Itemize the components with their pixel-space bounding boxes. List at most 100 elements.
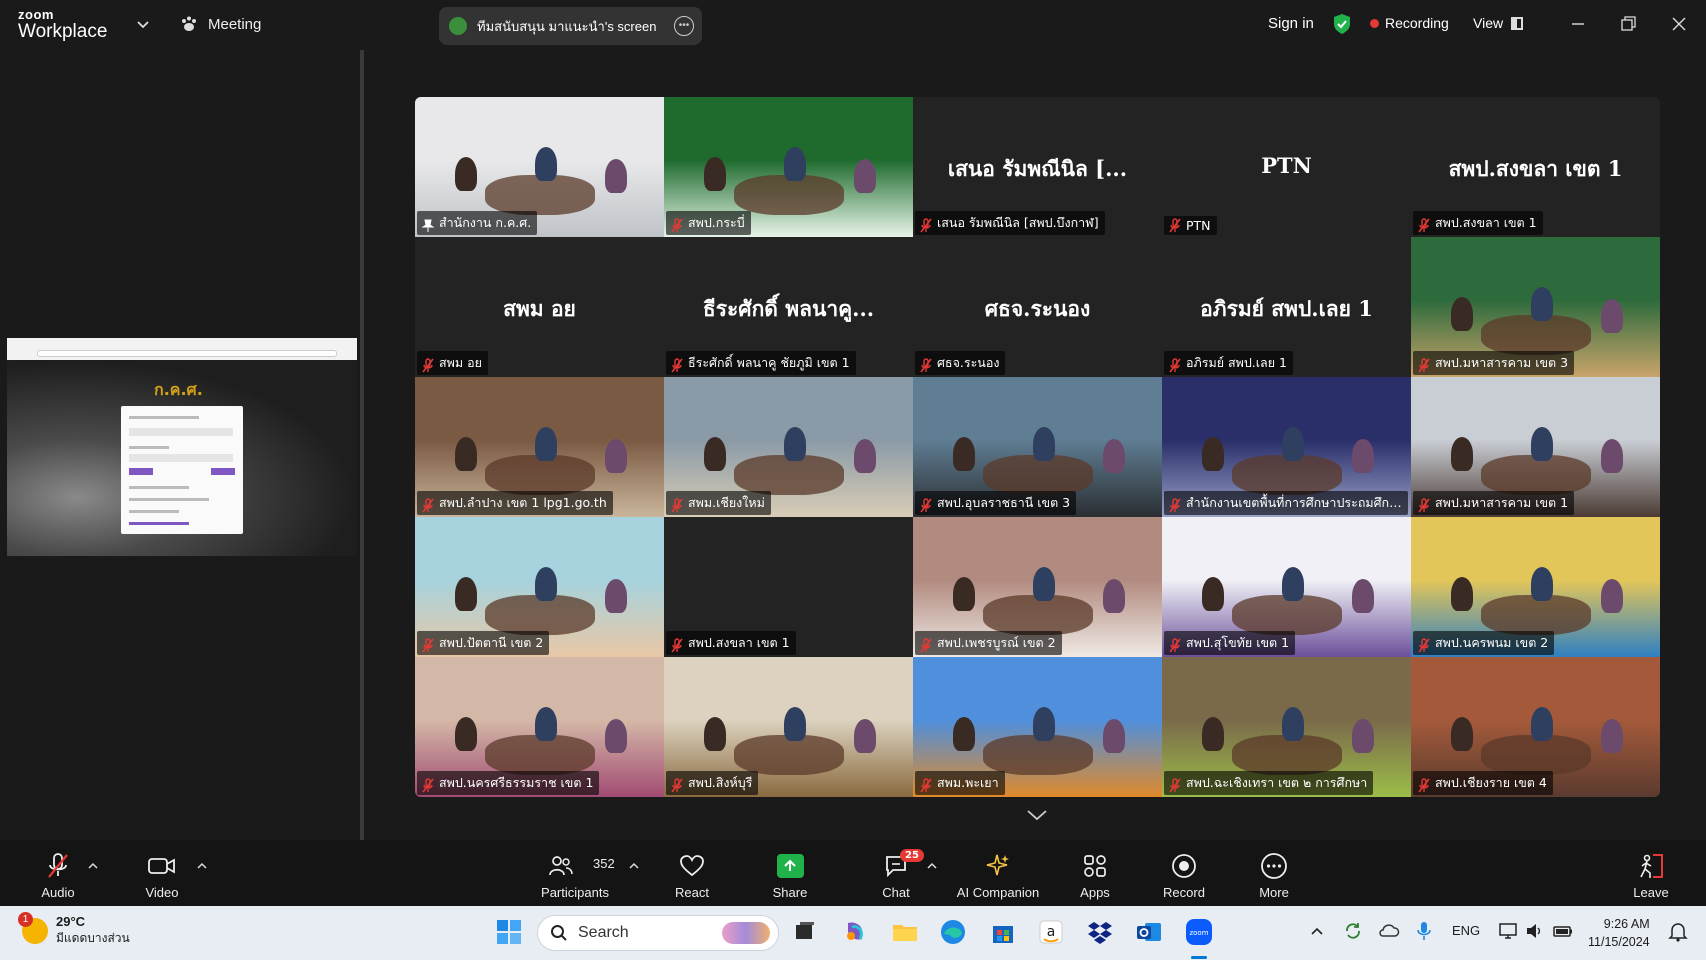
more-button[interactable]: More [1254,840,1294,906]
participant-tile[interactable]: สพม อย สพม อย [415,237,664,377]
meeting-table [485,455,595,495]
participant-person [535,427,557,461]
more-options-icon[interactable]: ••• [674,16,694,36]
participant-tile[interactable]: สพป.เชียงราย เขต 4 [1411,657,1660,797]
participant-person [704,717,726,751]
participants-button[interactable]: Participants [538,840,612,906]
participant-person [1601,579,1623,613]
participant-tile[interactable]: สพม.พะเยา [913,657,1162,797]
volume-icon[interactable] [1524,921,1544,941]
sign-in-link[interactable]: Sign in [1268,15,1314,32]
view-menu[interactable]: View [1473,15,1524,31]
task-view-icon[interactable] [790,917,820,947]
dropbox-icon[interactable] [1085,917,1115,947]
participant-tile[interactable]: สพป.ลำปาง เขต 1 lpg1.go.th [415,377,664,517]
windows-start-icon[interactable] [494,917,524,947]
participant-tile[interactable]: เสนอ รัมพณีนิล [... เสนอ รัมพณีนิล [สพป.บ… [913,97,1162,237]
participant-tile[interactable]: สพป.สงขลา เขต 1 [664,517,913,657]
participant-person [535,707,557,741]
shield-check-icon[interactable] [1332,13,1352,35]
participant-tile[interactable]: สพป.นครศรีธรรมราช เขต 1 [415,657,664,797]
participant-tile[interactable]: สพป.มหาสารคาม เขต 1 [1411,377,1660,517]
sync-icon[interactable] [1343,921,1363,941]
weather-badge: 1 [18,912,33,927]
participant-tile[interactable]: สำนักงานเขตพื้นที่การศึกษาประถมศึกษ... [1162,377,1411,517]
participant-person [1352,719,1374,753]
copilot-icon[interactable] [840,917,870,947]
card-button [129,468,153,475]
shared-screen-thumbnail[interactable]: ก.ค.ศ. [7,338,357,556]
participant-person [1531,707,1553,741]
screen-share-indicator[interactable]: ทีมสนับสนุน มาแนะนำ's screen ••• [439,7,702,45]
chevron-up-icon[interactable] [1310,926,1324,936]
card-line [129,428,233,436]
video-button[interactable]: Video [140,840,184,906]
record-button[interactable]: Record [1162,840,1206,906]
battery-icon[interactable] [1552,921,1574,941]
system-clock[interactable]: 9:26 AM 11/15/2024 [1588,915,1650,951]
audio-options-caret-icon[interactable] [88,862,98,870]
participant-tile[interactable]: สพป.ฉะเชิงเทรา เขต ๒ การศึกษา [1162,657,1411,797]
participant-tile[interactable]: สพป.สุโขทัย เขต 1 [1162,517,1411,657]
zoom-app-icon[interactable]: zoom [1184,917,1214,947]
participant-name-label: สพป.สุโขทัย เขต 1 [1164,631,1296,655]
restore-icon[interactable] [1616,12,1640,36]
shared-screen-panel: ก.ค.ศ. [0,50,362,840]
share-arrow-box [776,854,804,878]
audio-button[interactable]: Audio [36,840,80,906]
file-explorer-icon[interactable] [890,917,920,947]
chat-caret-icon[interactable] [927,862,937,870]
presenter-avatar [449,17,467,35]
weather-widget[interactable]: 1 29°C มีแดดบางส่วน [18,912,130,948]
network-icon[interactable] [1498,921,1518,941]
url-box [37,350,337,357]
mic-muted-icon [1169,218,1181,233]
participant-person [605,439,627,473]
participants-caret-icon[interactable] [629,862,639,870]
participant-tile[interactable]: สพป.อุบลราชธานี เขต 3 [913,377,1162,517]
participant-tile[interactable]: สพป.กระบี่ [664,97,913,237]
react-button[interactable]: React [672,840,712,906]
leave-button[interactable]: Leave [1630,840,1672,906]
outlook-icon[interactable] [1134,917,1164,947]
participant-display-name: สพป.สงขลา เขต 1 [1448,156,1623,181]
apps-button[interactable]: Apps [1075,840,1115,906]
edge-icon[interactable] [938,917,968,947]
mic-muted-icon [1418,638,1430,653]
amazon-icon[interactable]: a [1036,917,1066,947]
participant-tile[interactable]: ธีระศักดิ์ พลนาคู... ธีระศักดิ์ พลนาคู ชั… [664,237,913,377]
participant-tile[interactable]: สพป.ปัตตานี เขต 2 [415,517,664,657]
share-button[interactable]: Share [770,840,810,906]
minimize-icon[interactable] [1566,12,1590,36]
participant-tile[interactable]: สพป.มหาสารคาม เขต 3 [1411,237,1660,377]
panel-divider[interactable] [360,50,364,840]
participant-tile[interactable]: สำนักงาน ก.ค.ศ. [415,97,664,237]
chevron-down-icon[interactable] [135,16,151,32]
participant-tile[interactable]: ศธจ.ระนอง ศธจ.ระนอง [913,237,1162,377]
participant-name-label: สพป.สงขลา เขต 1 [1413,211,1543,235]
participant-tile[interactable]: สพป.เพชรบูรณ์ เขต 2 [913,517,1162,657]
microsoft-store-icon[interactable] [988,917,1018,947]
participant-tile[interactable]: สพป.สิงห์บุรี [664,657,913,797]
language-indicator[interactable]: ENG [1452,923,1480,938]
ai-companion-button[interactable]: AI Companion [952,840,1044,906]
cloud-icon[interactable] [1378,921,1400,941]
participant-tile[interactable]: อภิรมย์ สพป.เลย 1 อภิรมย์ สพป.เลย 1 [1162,237,1411,377]
close-icon[interactable] [1667,12,1691,36]
participant-person [1451,717,1473,751]
meeting-menu[interactable]: Meeting [180,15,261,33]
recording-indicator[interactable]: Recording [1370,15,1449,31]
participant-tile[interactable]: PTN PTN [1162,97,1411,237]
participant-tile[interactable]: สพป.นครพนม เขต 2 [1411,517,1660,657]
participant-person [455,717,477,751]
video-options-caret-icon[interactable] [197,862,207,870]
participant-name-label: สพป.นครศรีธรรมราช เขต 1 [417,771,600,795]
participants-count: 352 [593,856,615,871]
taskbar-search-box[interactable]: Search [537,915,779,951]
participant-tile[interactable]: สพป.สงขลา เขต 1 สพป.สงขลา เขต 1 [1411,97,1660,237]
microphone-icon[interactable] [1416,920,1432,942]
chevron-down-icon[interactable] [1025,808,1049,822]
participant-person [455,157,477,191]
participant-tile[interactable]: สพม.เชียงใหม่ [664,377,913,517]
notification-bell-icon[interactable] [1668,920,1688,942]
